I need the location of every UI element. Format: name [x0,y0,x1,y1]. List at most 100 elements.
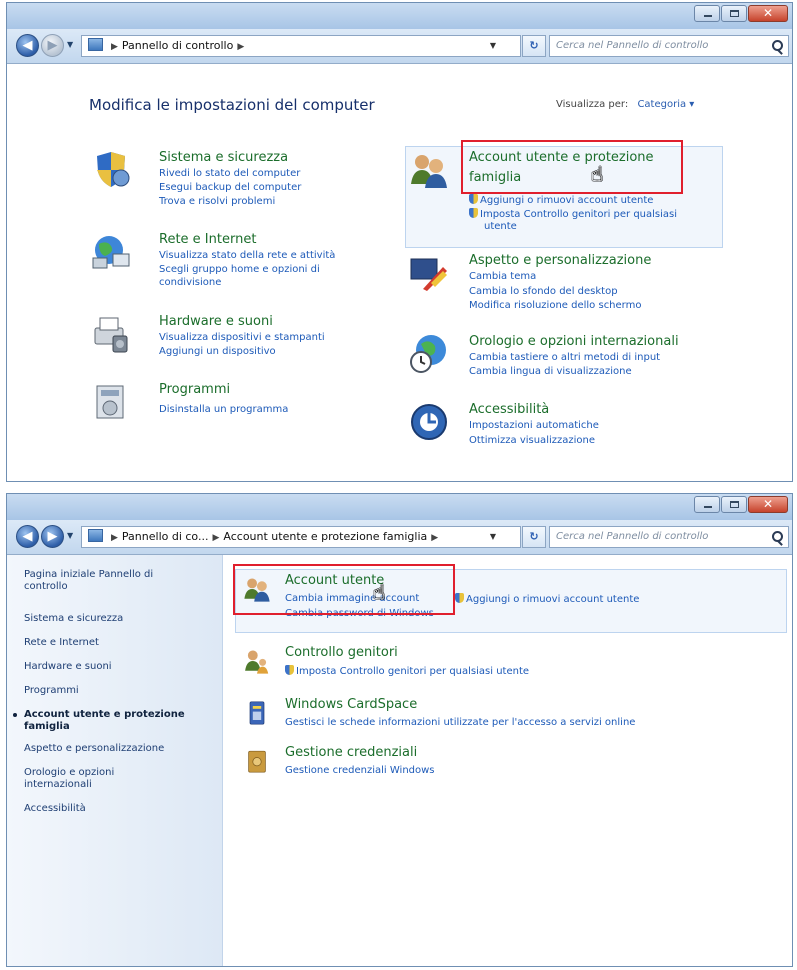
back-button[interactable]: ◀ [16,34,39,57]
category-title-accessibility[interactable]: Accessibilità [469,402,549,417]
link-setup-parental-controls[interactable]: Imposta Controllo genitori per qualsiasi… [285,665,529,677]
uac-shield-icon [455,593,464,603]
forward-arrow-icon: ▶ [47,38,58,53]
caption-buttons: ✕ [693,496,788,513]
link-optimize-display[interactable]: Ottimizza visualizzazione [469,435,595,446]
category-title-network[interactable]: Rete e Internet [159,232,256,247]
sidebar-item-hardware[interactable]: Hardware e suoni [24,661,112,672]
control-panel-content: Modifica le impostazioni del computer Vi… [7,64,792,481]
sidebar-item-system-security[interactable]: Sistema e sicurezza [24,613,123,624]
view-by: Visualizza per: Categoria ▾ [556,99,694,110]
link-backup[interactable]: Esegui backup del computer [159,182,301,193]
parental-controls-icon [245,650,269,674]
address-dropdown-arrow[interactable]: ▼ [490,527,496,547]
maximize-button[interactable] [721,496,747,513]
link-network-status[interactable]: Visualizza stato della rete e attività [159,250,335,261]
search-placeholder: Cerca nel Pannello di controllo [556,531,709,542]
category-title-hardware[interactable]: Hardware e suoni [159,314,273,329]
link-add-remove-accounts[interactable]: Aggiungi o rimuovi account utente [469,194,653,206]
minimize-button[interactable] [694,496,720,513]
link-devices-printers[interactable]: Visualizza dispositivi e stampanti [159,332,325,343]
category-title-appearance[interactable]: Aspetto e personalizzazione [469,253,651,268]
forward-arrow-icon: ▶ [47,529,58,544]
link-change-theme[interactable]: Cambia tema [469,271,536,282]
control-panel-window-main: ✕ ◀ ▶ ▼ ▶ Pannello di controllo ▶ ▼ ↻ Cerc… [6,2,793,482]
address-dropdown-arrow[interactable]: ▼ [490,36,496,56]
link-windows-credentials[interactable]: Gestione credenziali Windows [285,765,435,776]
link-uninstall[interactable]: Disinstalla un programma [159,404,288,415]
sidebar-item-clock-line1[interactable]: Orologio e opzioni [24,767,114,778]
section-title-credential-manager[interactable]: Gestione credenziali [285,745,417,760]
bullet-icon [13,713,17,717]
forward-button[interactable]: ▶ [41,34,64,57]
link-review-status[interactable]: Rivedi lo stato del computer [159,168,300,179]
navigation-bar: ◀ ▶ ▼ ▶ Pannello di controllo ▶ ▼ ↻ Cerca … [7,29,792,64]
page-title: Modifica le impostazioni del computer [89,96,375,114]
sidebar-item-clock-line2[interactable]: internazionali [24,779,92,790]
programs-icon [96,385,124,419]
search-box[interactable]: Cerca nel Pannello di controllo [549,35,789,57]
link-desktop-background[interactable]: Cambia lo sfondo del desktop [469,286,618,297]
printer-icon [94,317,128,353]
accessibility-icon [411,404,447,440]
back-arrow-icon: ◀ [22,529,33,544]
link-homegroup[interactable]: Scegli gruppo home e opzioni di [159,264,320,275]
sidebar-item-network[interactable]: Rete e Internet [24,637,99,648]
maximize-button[interactable] [721,5,747,22]
users-icon [411,155,447,188]
category-title-system-security[interactable]: Sistema e sicurezza [159,150,288,165]
caption-buttons: ✕ [693,5,788,22]
sidebar-item-accessibility[interactable]: Accessibilità [24,803,86,814]
highlight-box [233,564,455,615]
refresh-icon: ↻ [529,39,539,52]
title-bar: ✕ [7,494,792,520]
address-bar[interactable]: ▶ Pannello di controllo ▶ ▼ [81,35,521,57]
category-title-clock[interactable]: Orologio e opzioni internazionali [469,334,679,349]
recent-pages-dropdown[interactable]: ▼ [67,40,73,49]
refresh-icon: ↻ [529,530,539,543]
uac-shield-icon [469,194,478,204]
sidebar-item-user-accounts-active: Account utente e protezione [13,709,185,720]
link-change-keyboards[interactable]: Cambia tastiere o altri metodi di input [469,352,660,363]
view-by-dropdown[interactable]: Categoria ▾ [637,99,694,110]
link-screen-resolution[interactable]: Modifica risoluzione dello schermo [469,300,641,311]
breadcrumb-control-panel[interactable]: Pannello di controllo [122,39,233,52]
address-bar[interactable]: ▶ Pannello di co... ▶ Account utente e prot… [81,526,521,548]
breadcrumb-control-panel[interactable]: Pannello di co... [122,530,209,543]
close-button[interactable]: ✕ [748,496,788,513]
close-button[interactable]: ✕ [748,5,788,22]
search-icon[interactable] [772,531,783,542]
refresh-button[interactable]: ↻ [522,35,546,57]
minimize-button[interactable] [694,5,720,22]
close-icon: ✕ [762,6,774,20]
link-manage-cards[interactable]: Gestisci le schede informazioni utilizza… [285,717,635,728]
link-parental-controls[interactable]: Imposta Controllo genitori per qualsiasi [469,208,677,220]
link-troubleshoot[interactable]: Trova e risolvi problemi [159,196,275,207]
sidebar-home-line1[interactable]: Pagina iniziale Pannello di [24,569,153,580]
control-panel-icon [88,38,103,51]
category-title-programs[interactable]: Programmi [159,382,230,397]
globe-network-icon [92,236,130,269]
sidebar-item-programs[interactable]: Programmi [24,685,79,696]
title-bar: ✕ [7,3,792,29]
refresh-button[interactable]: ↻ [522,526,546,548]
sidebar-item-appearance[interactable]: Aspetto e personalizzazione [24,743,164,754]
search-icon[interactable] [772,40,783,51]
link-display-language[interactable]: Cambia lingua di visualizzazione [469,366,632,377]
back-button[interactable]: ◀ [16,525,39,548]
search-box[interactable]: Cerca nel Pannello di controllo [549,526,789,548]
uac-shield-icon [285,665,294,675]
forward-button[interactable]: ▶ [41,525,64,548]
section-title-cardspace[interactable]: Windows CardSpace [285,697,417,712]
sidebar-home-line2[interactable]: controllo [24,581,68,592]
link-homegroup-cont[interactable]: condivisione [159,277,221,288]
link-add-remove-accounts[interactable]: Aggiungi o rimuovi account utente [455,593,639,605]
breadcrumb-user-accounts[interactable]: Account utente e protezione famiglia [223,530,427,543]
section-title-parental-controls[interactable]: Controllo genitori [285,645,398,660]
link-auto-settings[interactable]: Impostazioni automatiche [469,420,599,431]
link-add-device[interactable]: Aggiungi un dispositivo [159,346,276,357]
hand-cursor-icon: ☝ [373,580,386,604]
recent-pages-dropdown[interactable]: ▼ [67,531,73,540]
link-parental-controls-cont[interactable]: utente [484,221,517,232]
user-accounts-content: Pagina iniziale Pannello di controllo Si… [7,555,792,966]
